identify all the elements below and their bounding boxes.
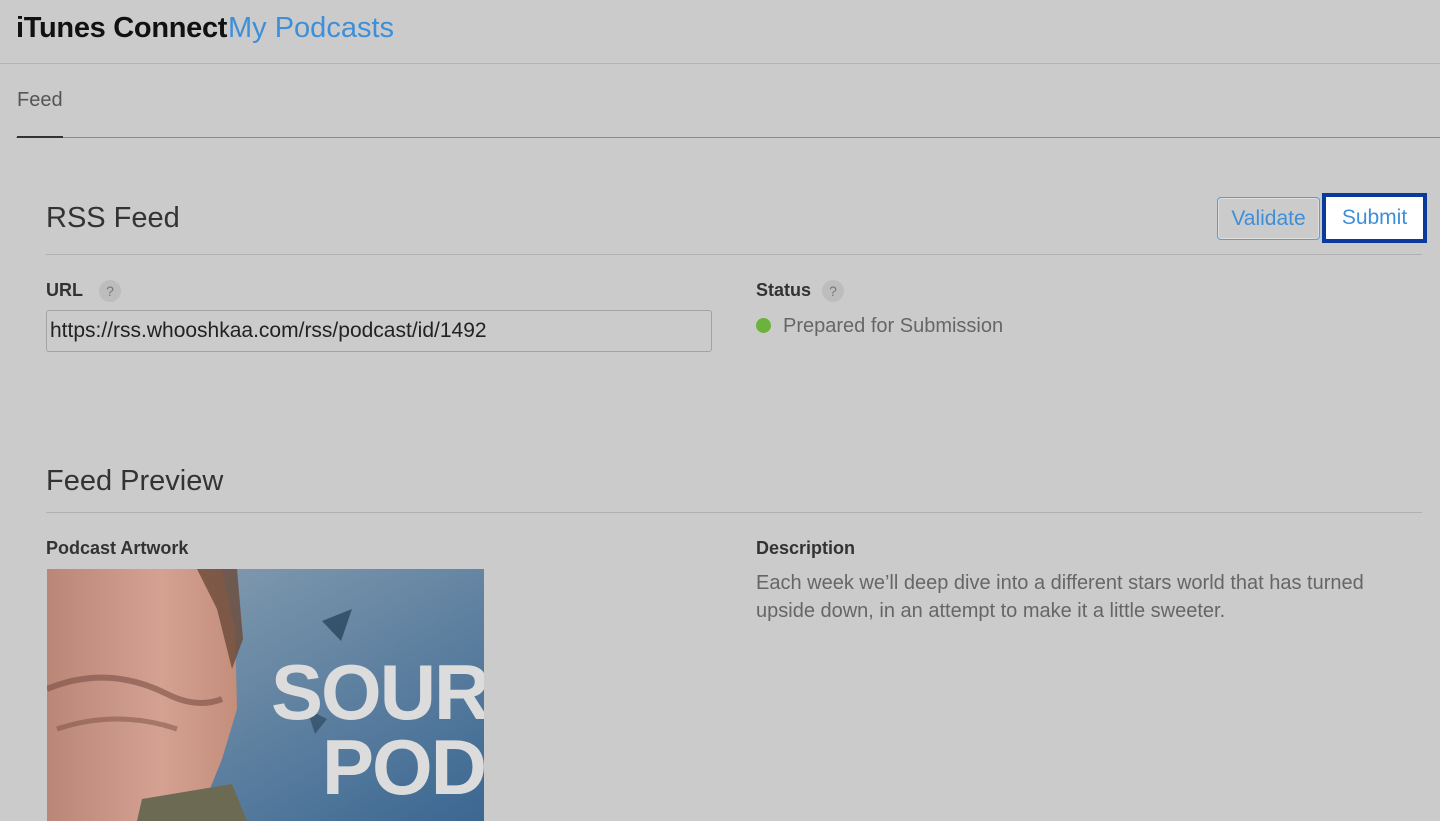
status-label: Status [756, 280, 812, 300]
url-label: URL [46, 280, 83, 300]
description-label: Description [756, 538, 856, 558]
submit-button[interactable]: Submit [1322, 193, 1427, 243]
url-field[interactable] [46, 310, 712, 352]
feed-preview-heading: Feed Preview [46, 465, 224, 497]
artwork-label: Podcast Artwork [46, 538, 189, 558]
brand-title: iTunes Connect [16, 12, 228, 44]
validate-button[interactable]: Validate [1217, 197, 1320, 240]
my-podcasts-link[interactable]: My Podcasts [228, 12, 394, 45]
description-text: Each week we’ll deep dive into a differe… [756, 572, 1364, 622]
url-help-icon[interactable]: ? [99, 280, 121, 302]
tab-bar: Feed [16, 64, 1440, 138]
rss-feed-divider [46, 254, 1422, 255]
status-value: Prepared for Submission [783, 315, 1004, 337]
tab-feed[interactable]: Feed [17, 89, 63, 138]
artwork-illustration: SOUR POD [47, 569, 484, 821]
status-help-icon[interactable]: ? [822, 280, 844, 302]
rss-feed-heading: RSS Feed [46, 202, 180, 234]
podcast-artwork: SOUR POD [47, 569, 484, 821]
feed-preview-divider [46, 512, 1422, 513]
artwork-text-pod: POD [322, 723, 484, 811]
top-bar: iTunes Connect My Podcasts [0, 0, 1440, 64]
status-indicator-icon [756, 318, 771, 333]
